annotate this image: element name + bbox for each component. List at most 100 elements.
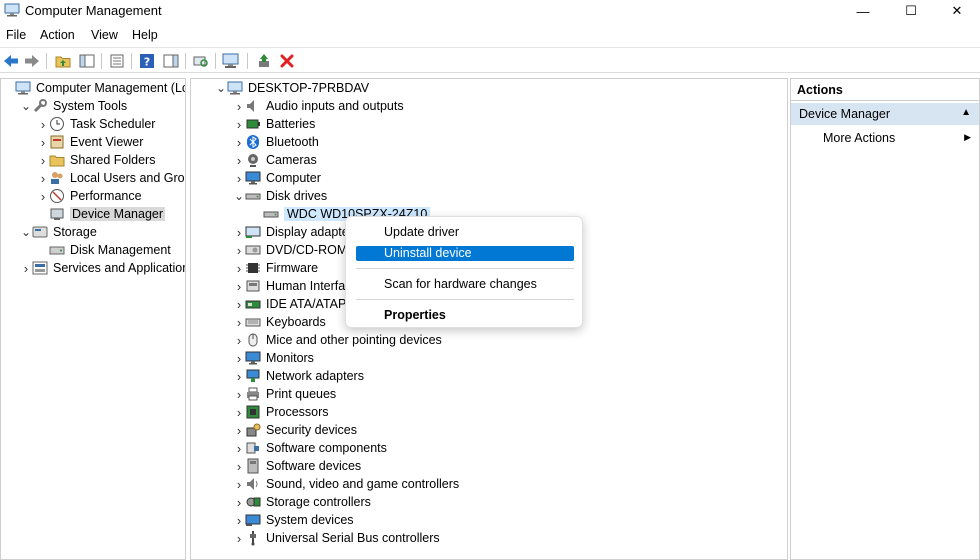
- chevron-right-icon[interactable]: ›: [37, 187, 49, 205]
- properties-icon[interactable]: [108, 52, 126, 70]
- chevron-right-icon[interactable]: ›: [233, 313, 245, 331]
- chevron-right-icon[interactable]: ›: [233, 367, 245, 385]
- tree-item-label: Batteries: [266, 117, 316, 131]
- chevron-right-icon[interactable]: ›: [233, 385, 245, 403]
- chevron-right-icon[interactable]: ›: [233, 349, 245, 367]
- maximize-button[interactable]: ☐: [888, 0, 934, 22]
- chevron-right-icon[interactable]: ›: [233, 97, 245, 115]
- tree-item-label: Print queues: [266, 387, 337, 401]
- tree-item-universal-serial-bus-controllers[interactable]: › Universal Serial Bus controllers: [233, 529, 440, 547]
- tree-item-firmware[interactable]: › Firmware: [233, 259, 318, 277]
- tree-item-human-interface[interactable]: › Human Interface: [233, 277, 359, 295]
- chevron-right-icon[interactable]: ›: [233, 475, 245, 493]
- chevron-right-icon[interactable]: ›: [37, 169, 49, 187]
- tree-item-computer-management-local[interactable]: Computer Management (Local: [3, 79, 185, 97]
- tree-item-shared-folders[interactable]: › Shared Folders: [37, 151, 156, 169]
- chevron-right-icon[interactable]: ›: [20, 259, 32, 277]
- tree-item-audio-inputs-and-outputs[interactable]: › Audio inputs and outputs: [233, 97, 404, 115]
- chevron-down-icon[interactable]: ⌄: [233, 187, 245, 205]
- chevron-right-icon[interactable]: ›: [233, 493, 245, 511]
- tree-item-services-and-applications[interactable]: › Services and Applications: [20, 259, 185, 277]
- tree-item-task-scheduler[interactable]: › Task Scheduler: [37, 115, 156, 133]
- chevron-right-icon[interactable]: ›: [233, 457, 245, 475]
- tree-item-storage[interactable]: ⌄ Storage: [20, 223, 97, 241]
- chevron-right-icon[interactable]: ›: [233, 331, 245, 349]
- scan-hardware-menu-item[interactable]: Scan for hardware changes: [356, 277, 574, 292]
- uninstall-device-icon[interactable]: [278, 52, 296, 70]
- chevron-right-icon[interactable]: ›: [233, 169, 245, 187]
- tree-item-computer[interactable]: › Computer: [233, 169, 321, 187]
- tree-item-processors[interactable]: › Processors: [233, 403, 329, 421]
- chevron-down-icon[interactable]: ⌄: [20, 223, 32, 241]
- tree-item-monitors[interactable]: › Monitors: [233, 349, 314, 367]
- tree-item-display-adapters[interactable]: › Display adapters: [233, 223, 359, 241]
- computer-icon: [15, 80, 31, 96]
- menu-file[interactable]: File: [6, 28, 26, 42]
- back-icon[interactable]: [2, 52, 20, 70]
- show-hide-tree-icon[interactable]: [78, 52, 96, 70]
- tree-item-disk-management[interactable]: Disk Management: [37, 241, 171, 259]
- show-hide-action-pane-icon[interactable]: [162, 52, 180, 70]
- chevron-right-icon[interactable]: ›: [233, 115, 245, 133]
- tree-item-software-devices[interactable]: › Software devices: [233, 457, 361, 475]
- tree-item-device-manager[interactable]: Device Manager: [37, 205, 166, 223]
- tree-item-label: Software devices: [266, 459, 362, 473]
- tree-item-system-devices[interactable]: › System devices: [233, 511, 354, 529]
- update-driver-menu-item[interactable]: Update driver: [356, 225, 574, 240]
- chevron-right-icon[interactable]: ›: [233, 511, 245, 529]
- toolbar: ?: [0, 47, 980, 73]
- up-folder-icon[interactable]: [54, 52, 72, 70]
- chevron-right-icon[interactable]: ›: [233, 439, 245, 457]
- collapse-arrow-icon[interactable]: ▲: [961, 107, 971, 118]
- tree-item-mice-and-other-pointing-devices[interactable]: › Mice and other pointing devices: [233, 331, 442, 349]
- tree-item-software-components[interactable]: › Software components: [233, 439, 387, 457]
- chevron-right-icon[interactable]: ›: [233, 133, 245, 151]
- uninstall-device-menu-item[interactable]: Uninstall device: [356, 246, 574, 261]
- tree-item-system-tools[interactable]: ⌄ System Tools: [20, 97, 127, 115]
- battery-icon: [245, 116, 261, 132]
- properties-menu-item[interactable]: Properties: [356, 308, 574, 323]
- menu-help[interactable]: Help: [132, 28, 158, 42]
- display-icon: [245, 224, 261, 240]
- chevron-down-icon[interactable]: ⌄: [20, 97, 32, 115]
- enable-device-icon[interactable]: [255, 52, 273, 70]
- tree-item-storage-controllers[interactable]: › Storage controllers: [233, 493, 371, 511]
- chevron-right-icon[interactable]: ›: [233, 259, 245, 277]
- tree-item-print-queues[interactable]: › Print queues: [233, 385, 336, 403]
- tree-item-cameras[interactable]: › Cameras: [233, 151, 317, 169]
- chevron-right-icon[interactable]: ›: [37, 115, 49, 133]
- tree-item-desktop-7prbdav[interactable]: ⌄ DESKTOP-7PRBDAV: [215, 79, 369, 97]
- chevron-right-icon[interactable]: ›: [233, 421, 245, 439]
- menu-view[interactable]: View: [91, 28, 118, 42]
- tree-item-network-adapters[interactable]: › Network adapters: [233, 367, 364, 385]
- help-icon[interactable]: ?: [138, 52, 156, 70]
- chevron-right-icon[interactable]: ›: [37, 151, 49, 169]
- chevron-right-icon[interactable]: ›: [233, 223, 245, 241]
- chevron-right-icon[interactable]: ›: [233, 295, 245, 313]
- chevron-right-icon[interactable]: ›: [233, 277, 245, 295]
- tree-item-sound-video-and-game-controllers[interactable]: › Sound, video and game controllers: [233, 475, 459, 493]
- chevron-right-icon[interactable]: ›: [37, 133, 49, 151]
- tree-item-disk-drives[interactable]: ⌄ Disk drives: [233, 187, 327, 205]
- tree-item-event-viewer[interactable]: › Event Viewer: [37, 133, 144, 151]
- tree-item-batteries[interactable]: › Batteries: [233, 115, 316, 133]
- tree-item-bluetooth[interactable]: › Bluetooth: [233, 133, 319, 151]
- update-driver-icon[interactable]: [222, 52, 240, 70]
- chevron-down-icon[interactable]: ⌄: [215, 79, 227, 97]
- tree-item-local-users-and-groups[interactable]: › Local Users and Groups: [37, 169, 185, 187]
- minimize-button[interactable]: —: [840, 0, 886, 22]
- chevron-right-icon[interactable]: ›: [233, 151, 245, 169]
- close-window-button[interactable]: ✕: [934, 0, 980, 22]
- actions-section-device-manager[interactable]: Device Manager ▲: [791, 103, 979, 125]
- chevron-right-icon[interactable]: ›: [233, 529, 245, 547]
- menu-action[interactable]: Action: [40, 28, 75, 42]
- tree-item-keyboards[interactable]: › Keyboards: [233, 313, 326, 331]
- tree-item-performance[interactable]: › Performance: [37, 187, 142, 205]
- more-actions-item[interactable]: More Actions ▶: [791, 129, 979, 149]
- chevron-right-icon[interactable]: ›: [233, 403, 245, 421]
- tree-item-security-devices[interactable]: › Security devices: [233, 421, 357, 439]
- forward-icon[interactable]: [23, 52, 41, 70]
- scan-hardware-icon[interactable]: [192, 52, 210, 70]
- chevron-right-icon[interactable]: ›: [233, 241, 245, 259]
